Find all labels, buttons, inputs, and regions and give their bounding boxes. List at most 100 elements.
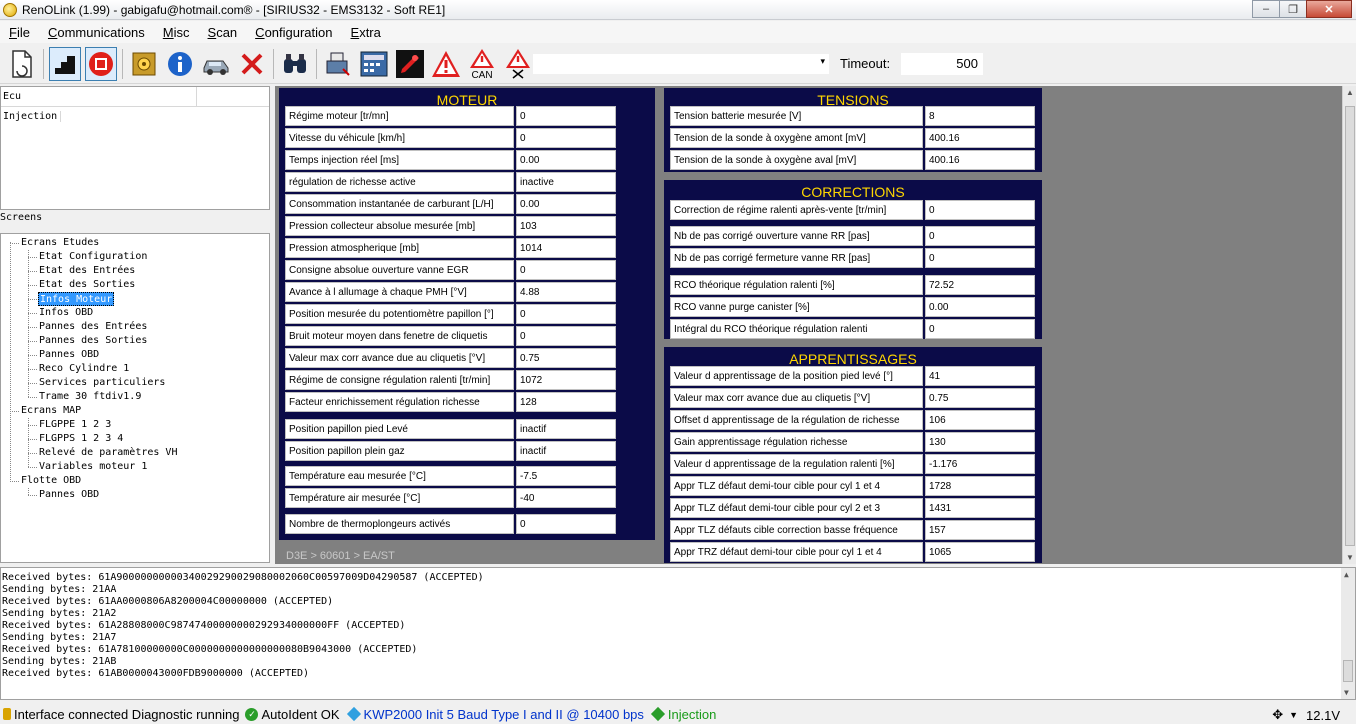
param-label: Gain apprentissage régulation richesse bbox=[670, 432, 923, 452]
stop-icon[interactable] bbox=[85, 46, 117, 81]
tree-item[interactable]: Relevé de paramètres VH bbox=[38, 446, 178, 460]
tree-item[interactable]: Infos OBD bbox=[38, 306, 94, 320]
menu-extra[interactable]: Extra bbox=[342, 25, 390, 40]
menu-configuration[interactable]: Configuration bbox=[246, 25, 341, 40]
info-icon[interactable] bbox=[164, 47, 196, 81]
log-scrollbar[interactable]: ▲ ▼ bbox=[1341, 568, 1355, 699]
param-label: Bruit moteur moyen dans fenetre de cliqu… bbox=[285, 326, 514, 346]
warning-icon[interactable] bbox=[430, 47, 462, 81]
tree-item[interactable]: Ecrans MAP bbox=[20, 404, 82, 418]
param-label: Appr TLZ défaut demi-tour cible pour cyl… bbox=[670, 498, 923, 518]
apprentissages-panel: APPRENTISSAGES Valeur d apprentissage de… bbox=[664, 347, 1042, 563]
ecu-item[interactable]: Injection bbox=[1, 107, 269, 126]
param-label: Tension de la sonde à oxygène aval [mV] bbox=[670, 150, 923, 170]
flash-icon[interactable] bbox=[322, 47, 354, 81]
dropdown-icon[interactable]: ▼ bbox=[1289, 710, 1298, 720]
scrollbar-thumb[interactable] bbox=[1345, 106, 1355, 546]
tree-item[interactable]: Etat des Sorties bbox=[38, 278, 136, 292]
calculator-icon[interactable] bbox=[358, 47, 390, 81]
tree-item[interactable]: Pannes OBD bbox=[38, 488, 100, 502]
new-document-icon[interactable] bbox=[6, 47, 38, 81]
param-row: Valeur d apprentissage de la position pi… bbox=[670, 366, 1035, 386]
log-scroll-up-icon[interactable]: ▲ bbox=[1344, 570, 1349, 579]
scroll-down-icon[interactable]: ▼ bbox=[1346, 553, 1354, 562]
status-interface: Interface connected Diagnostic running bbox=[0, 707, 239, 722]
param-label: Valeur d apprentissage de la position pi… bbox=[670, 366, 923, 386]
maximize-button[interactable]: ❐ bbox=[1279, 0, 1307, 18]
menu-communications[interactable]: Communications bbox=[39, 25, 154, 40]
tree-item[interactable]: Etat Configuration bbox=[38, 250, 148, 264]
log-scrollbar-thumb[interactable] bbox=[1343, 660, 1353, 682]
param-row: Correction de régime ralenti après-vente… bbox=[670, 200, 1035, 220]
connect-stairs-icon[interactable] bbox=[49, 46, 81, 81]
tree-item[interactable]: FLGPPS 1 2 3 4 bbox=[38, 432, 124, 446]
param-row: RCO vanne purge canister [%] 0.00 bbox=[670, 297, 1035, 317]
ecu-header: Ecu bbox=[1, 87, 269, 107]
tree-item[interactable]: Pannes OBD bbox=[38, 348, 100, 362]
tree-item[interactable]: Reco Cylindre 1 bbox=[38, 362, 130, 376]
param-value: 400.16 bbox=[925, 128, 1035, 148]
moteur-panel: MOTEUR Régime moteur [tr/mn] 0 Vitesse du … bbox=[279, 88, 655, 540]
param-row: régulation de richesse active inactive bbox=[285, 172, 616, 192]
param-value: 103 bbox=[516, 216, 616, 236]
warning-can-icon[interactable]: CAN bbox=[466, 47, 498, 81]
tree-item[interactable]: Services particuliers bbox=[38, 376, 166, 390]
menu-file[interactable]: File bbox=[0, 25, 39, 40]
binoculars-icon[interactable] bbox=[279, 47, 311, 81]
status-bar: Interface connected Diagnostic running ✓… bbox=[0, 704, 1356, 724]
status-ecu-text: Injection bbox=[667, 706, 717, 722]
tree-item[interactable]: Trame 30 ftdiv1.9 bbox=[38, 390, 142, 404]
tree-connector bbox=[28, 439, 37, 440]
param-label: Valeur d apprentissage de la regulation … bbox=[670, 454, 923, 474]
pen-icon[interactable] bbox=[394, 47, 426, 81]
warning-clear-icon[interactable] bbox=[502, 47, 534, 81]
minimize-button[interactable]: – bbox=[1252, 0, 1280, 18]
tree-item[interactable]: Pannes des Sorties bbox=[38, 334, 148, 348]
tree-connector bbox=[10, 242, 11, 480]
param-row: Valeur d apprentissage de la regulation … bbox=[670, 454, 1035, 474]
timeout-input[interactable]: 500 bbox=[901, 53, 983, 75]
chevron-down-icon[interactable]: ▾ bbox=[820, 56, 825, 67]
param-row: Température eau mesurée [°C] -7.5 bbox=[285, 466, 616, 486]
ecu-column-header[interactable]: Ecu bbox=[1, 87, 197, 106]
param-row: Vitesse du véhicule [km/h] 0 bbox=[285, 128, 616, 148]
content-scrollbar[interactable]: ▲ ▼ bbox=[1342, 86, 1356, 564]
param-label: Nb de pas corrigé fermeture vanne RR [pa… bbox=[670, 248, 923, 268]
log-line: Received bytes: 61AA0000806A8200004C0000… bbox=[2, 596, 334, 607]
tree-item[interactable]: Flotte OBD bbox=[20, 474, 82, 488]
tree-connector bbox=[28, 418, 29, 467]
timeout-label: Timeout: bbox=[840, 56, 891, 71]
tree-item[interactable]: Ecrans Etudes bbox=[20, 236, 100, 250]
tree-connector bbox=[28, 327, 37, 328]
param-label: Appr TRZ défaut demi-tour cible pour cyl… bbox=[670, 542, 923, 562]
param-row: Temps injection réel [ms] 0.00 bbox=[285, 150, 616, 170]
close-button[interactable]: ✕ bbox=[1306, 0, 1352, 18]
log-line: Sending bytes: 21A2 bbox=[2, 608, 117, 619]
param-value: 0.75 bbox=[516, 348, 616, 368]
close-x-icon[interactable] bbox=[236, 47, 268, 81]
tree-connector bbox=[28, 285, 37, 286]
status-ecu: Injection bbox=[650, 707, 716, 722]
param-value: 0.00 bbox=[516, 150, 616, 170]
tree-item[interactable]: Pannes des Entrées bbox=[38, 320, 148, 334]
window-controls: – ❐ ✕ bbox=[1252, 0, 1352, 18]
log-scroll-down-icon[interactable]: ▼ bbox=[1344, 688, 1349, 697]
tree-item[interactable]: FLGPPE 1 2 3 bbox=[38, 418, 112, 432]
car-icon[interactable] bbox=[200, 47, 232, 81]
menu-scan[interactable]: Scan bbox=[199, 25, 247, 40]
tree-item[interactable]: Variables moteur 1 bbox=[38, 460, 148, 474]
communication-log: ▲ ▼ Received bytes: 61A90000000000340029… bbox=[0, 567, 1356, 700]
menu-misc[interactable]: Misc bbox=[154, 25, 199, 40]
tree-item[interactable]: Infos Moteur bbox=[38, 292, 115, 306]
screens-tree: Ecrans Etudes Etat Configuration Etat des … bbox=[0, 233, 270, 563]
param-label: Tension batterie mesurée [V] bbox=[670, 106, 923, 126]
param-label: Temps injection réel [ms] bbox=[285, 150, 514, 170]
param-label: RCO vanne purge canister [%] bbox=[670, 297, 923, 317]
ecu-settings-icon[interactable] bbox=[128, 47, 160, 81]
log-line: Received bytes: 61AB0000043000FDB9000000… bbox=[2, 668, 310, 679]
param-row: Nb de pas corrigé ouverture vanne RR [pa… bbox=[670, 226, 1035, 246]
toolbar-combo[interactable]: ▾ bbox=[532, 53, 830, 75]
tree-item[interactable]: Etat des Entrées bbox=[38, 264, 136, 278]
window-title: RenOLink (1.99) - gabigafu@hotmail.com® … bbox=[22, 2, 446, 17]
scroll-up-icon[interactable]: ▲ bbox=[1346, 88, 1354, 97]
